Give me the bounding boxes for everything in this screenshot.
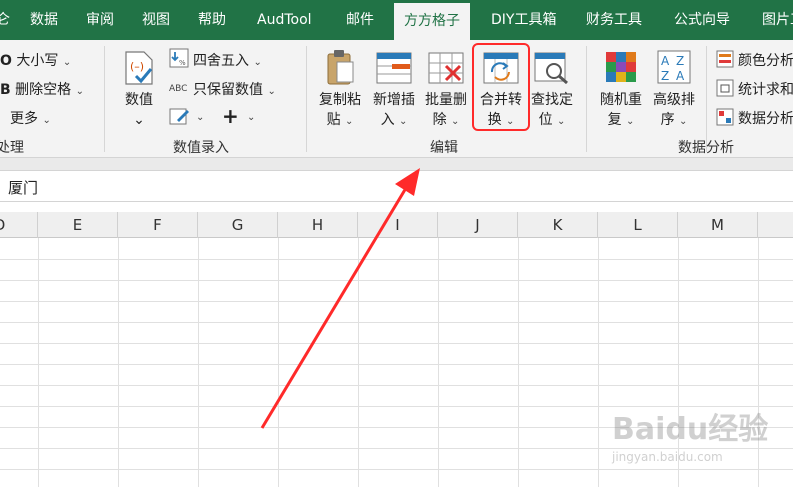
watermark-logo: Baidu经验 [612,412,769,447]
watermark-url: jingyan.baidu.com [612,450,723,464]
baidu-watermark: Baidu经验 jingyan.baidu.com [612,402,782,472]
